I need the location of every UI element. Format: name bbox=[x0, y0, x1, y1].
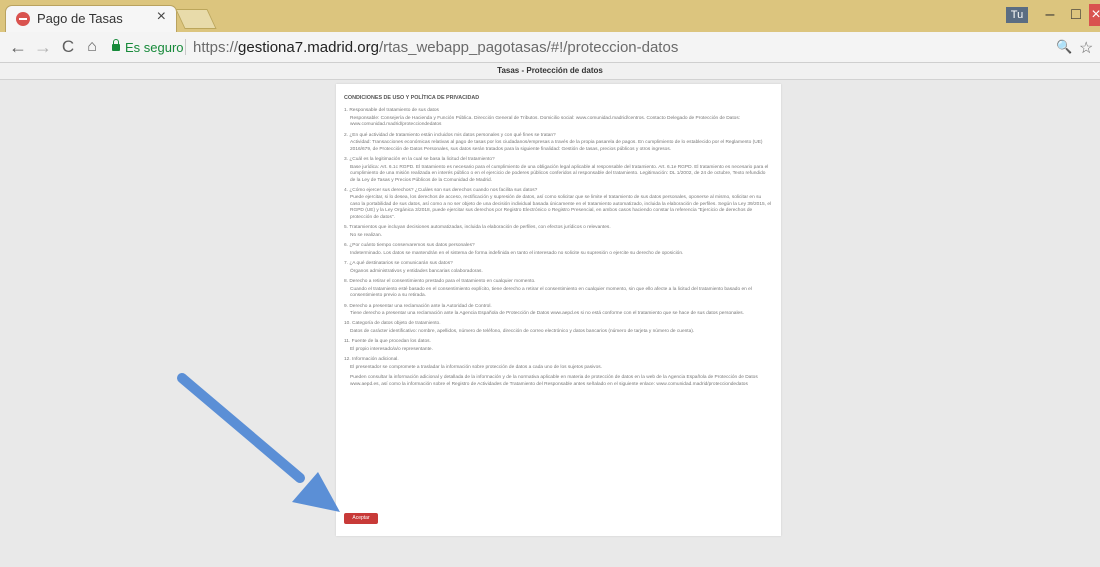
policy-question: 7. ¿A qué destinatarios se comunicarán s… bbox=[344, 261, 453, 267]
policy-answer: Responsable: Consejería de Hacienda y Fu… bbox=[350, 115, 741, 128]
policy-answer: Datos de carácter identificativo: nombre… bbox=[350, 328, 695, 334]
policy-question: 11. Fuente de la que procedan los datos. bbox=[344, 339, 431, 345]
policy-answer: Pueden consultar la información adiciona… bbox=[350, 375, 758, 387]
new-tab-button[interactable] bbox=[175, 9, 217, 29]
policy-answer: Actividad: Transacciones económicas rela… bbox=[350, 140, 763, 152]
policy-answer: Base jurídica: Art. 6.1c RGPD. El tratam… bbox=[350, 164, 769, 183]
policy-question: 6. ¿Por cuánto tiempo conservaremos sus … bbox=[344, 243, 475, 249]
policy-question: 10. Categoría de datos objeto de tratami… bbox=[344, 321, 441, 327]
policy-answer: Indeterminado. Los datos se mantendrán e… bbox=[350, 250, 684, 256]
bookmark-star-icon[interactable]: ☆ bbox=[1079, 38, 1093, 58]
policy-question: 12. Información adicional. bbox=[344, 357, 399, 363]
privacy-policy-card: CONDICIONES DE USO Y POLÍTICA DE PRIVACI… bbox=[336, 84, 781, 536]
policy-question: 8. Derecho a retirar el consentimiento p… bbox=[344, 279, 536, 285]
browser-tab[interactable]: Pago de Tasas × bbox=[6, 6, 176, 32]
address-divider bbox=[185, 39, 186, 55]
accept-button[interactable]: Aceptar bbox=[344, 513, 378, 524]
tab-title: Pago de Tasas bbox=[37, 11, 123, 26]
policy-answer: Cuando el tratamiento esté basado en el … bbox=[350, 286, 752, 299]
privacy-policy-text: CONDICIONES DE USO Y POLÍTICA DE PRIVACI… bbox=[344, 95, 772, 392]
window-close-button[interactable]: × bbox=[1089, 4, 1100, 26]
policy-answer: No se realizan. bbox=[350, 232, 382, 238]
policy-question: 5. Tratamientos que incluyan decisiones … bbox=[344, 225, 611, 231]
policy-question: 4. ¿Cómo ejercer sus derechos? ¿Cuáles s… bbox=[344, 187, 538, 193]
window-maximize-button[interactable]: □ bbox=[1063, 4, 1089, 26]
policy-answer: El propio interesado/a/o representante. bbox=[350, 346, 433, 352]
policy-question: 9. Derecho a presentar una reclamación a… bbox=[344, 303, 492, 309]
policy-question: 1. Responsable del tratamiento de sus da… bbox=[344, 108, 439, 114]
lock-icon bbox=[112, 39, 120, 51]
secure-label: Es seguro bbox=[125, 40, 184, 55]
policy-title: CONDICIONES DE USO Y POLÍTICA DE PRIVACI… bbox=[344, 95, 480, 101]
url-scheme: https:// bbox=[193, 39, 239, 56]
window-minimize-button[interactable]: – bbox=[1037, 4, 1063, 26]
tab-close-icon[interactable]: × bbox=[157, 8, 166, 26]
policy-question: 3. ¿Cuál es la legitimación en la cual s… bbox=[344, 157, 495, 163]
back-arrow-icon[interactable]: ← bbox=[8, 37, 28, 57]
address-bar[interactable]: https://gestiona7.madrid.org/rtas_webapp… bbox=[193, 39, 678, 56]
browser-toolbar: ← → C ⌂ Es seguro https://gestiona7.madr… bbox=[0, 32, 1100, 63]
profile-button[interactable]: Tu bbox=[1006, 7, 1028, 23]
page-header: Tasas - Protección de datos bbox=[0, 63, 1100, 80]
policy-answer: El presentador se compromete a trasladar… bbox=[350, 364, 602, 370]
policy-answer: Tiene derecho a presentar una reclamació… bbox=[350, 311, 744, 317]
browser-tab-strip: Pago de Tasas × Tu – □ × bbox=[0, 0, 1100, 32]
zoom-icon[interactable]: 🔍 bbox=[1056, 39, 1072, 55]
reload-icon[interactable]: C bbox=[58, 37, 78, 57]
url-host: gestiona7.madrid.org bbox=[238, 39, 379, 56]
secure-indicator[interactable]: Es seguro bbox=[112, 39, 184, 55]
policy-answer: Puede ejercitar, si lo desea, los derech… bbox=[350, 195, 772, 220]
forward-arrow-icon[interactable]: → bbox=[33, 37, 53, 57]
policy-question: 2. ¿En qué actividad de tratamiento está… bbox=[344, 132, 556, 138]
tab-favicon-icon bbox=[16, 12, 30, 26]
policy-answer: Órganos administrativos y entidades banc… bbox=[350, 268, 483, 274]
url-path: /rtas_webapp_pagotasas/#!/proteccion-dat… bbox=[378, 39, 679, 56]
home-icon[interactable]: ⌂ bbox=[82, 37, 102, 57]
